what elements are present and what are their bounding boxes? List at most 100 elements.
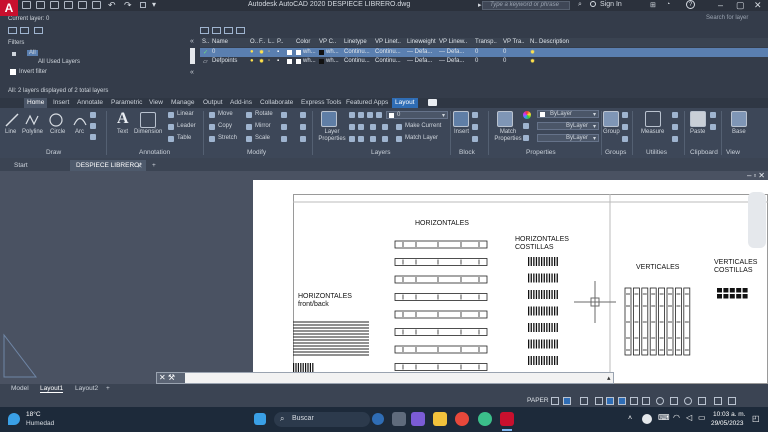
add-layout-icon[interactable]: + [106, 385, 110, 392]
match-layer-icon[interactable] [396, 136, 402, 142]
group-edit-icon[interactable] [622, 124, 628, 130]
new-vp-freeze-icon[interactable]: ✹ [530, 58, 535, 65]
move-icon[interactable] [209, 112, 215, 118]
snap-icon[interactable] [563, 397, 571, 405]
paper-sheet[interactable]: HORIZONTALES HORIZONTALES COSTILLAS VERT… [253, 180, 768, 384]
measure-icon[interactable] [645, 111, 661, 127]
color-wheel-icon[interactable] [523, 111, 531, 119]
copy-icon[interactable] [209, 124, 215, 130]
tab-layout[interactable]: Layout [392, 98, 418, 108]
new-file-icon[interactable] [22, 1, 31, 9]
linetype-combo[interactable]: ByLayer ▾ [537, 134, 599, 142]
layer-color[interactable]: wh... [303, 58, 316, 64]
tab-annotate[interactable]: Annotate [77, 99, 103, 106]
maximize-icon[interactable]: ▢ [736, 0, 745, 11]
clock-date[interactable]: 29/05/2023 [711, 420, 744, 427]
hardware-acceleration-icon[interactable] [698, 397, 706, 405]
osnap-icon[interactable] [618, 397, 626, 405]
tree-expand-icon[interactable] [12, 52, 16, 56]
clean-screen-icon[interactable] [714, 397, 722, 405]
col-vp-linetype[interactable]: VP Linet.. [375, 39, 401, 45]
collapse-icon[interactable]: « [190, 69, 194, 76]
binoculars-icon[interactable]: ⌕ [578, 1, 582, 9]
bulb-on-icon[interactable]: ● [250, 49, 254, 55]
new-layer-icon[interactable] [200, 27, 209, 34]
linetype-icon[interactable] [523, 135, 529, 141]
save-as-icon[interactable] [64, 1, 73, 9]
ellipse-icon[interactable] [90, 134, 96, 140]
dimension-button[interactable]: Dimension [134, 129, 162, 135]
weather-icon[interactable] [8, 413, 20, 425]
tab-start[interactable]: Start [8, 160, 34, 171]
lock-open-icon[interactable]: ▫ [268, 49, 270, 55]
isodraft-icon[interactable] [606, 397, 614, 405]
layer-vp-lineweight[interactable]: — Defa... [439, 49, 464, 55]
bulb-on-icon[interactable]: ● [250, 58, 254, 64]
insert-block-icon[interactable] [453, 111, 469, 127]
vp-color-swatch[interactable] [319, 59, 324, 64]
layer-tool-icon[interactable] [382, 124, 388, 130]
make-current-icon[interactable] [396, 124, 402, 130]
task-view-icon[interactable] [392, 412, 406, 426]
layers-group-title[interactable]: Layers [371, 149, 391, 156]
viewport-controls[interactable]: ‒▫✕ [747, 171, 767, 180]
stretch-icon[interactable] [209, 136, 215, 142]
group-button[interactable]: Group [603, 129, 620, 135]
linear-button[interactable]: Linear [177, 111, 194, 117]
customization-icon[interactable] [728, 397, 736, 405]
dimension-icon[interactable] [140, 112, 156, 128]
ungroup-icon[interactable] [622, 112, 628, 118]
share-icon[interactable] [140, 2, 146, 8]
col-name[interactable]: Name [212, 39, 228, 45]
annotation-group-title[interactable]: Annotation [139, 149, 170, 156]
volume-icon[interactable]: ◁ [686, 413, 692, 422]
trim-icon[interactable] [281, 112, 287, 118]
cart-icon[interactable]: ⊞ [650, 1, 656, 9]
plot-printer-icon[interactable]: ▪ [277, 58, 279, 64]
current-layer-combo[interactable]: 0 ▾ [386, 111, 448, 119]
layer-vp-transparency[interactable]: 0 [503, 49, 506, 55]
tab-express-tools[interactable]: Express Tools [301, 99, 341, 106]
new-group-filter-icon[interactable] [20, 27, 29, 34]
match-properties-icon[interactable] [497, 111, 513, 127]
create-block-icon[interactable] [472, 112, 478, 118]
layer-tool-icon[interactable] [382, 136, 388, 142]
minimize-icon[interactable]: – [718, 0, 723, 10]
layer-vp-color[interactable]: wh... [326, 58, 339, 64]
layer-tool-icon[interactable] [358, 124, 364, 130]
search-layer-input[interactable]: Search for layer [706, 15, 748, 21]
tab-featured-apps[interactable]: Featured Apps [346, 99, 388, 106]
lineweight-toggle-icon[interactable] [630, 397, 638, 405]
annotation-scale-icon[interactable] [656, 397, 664, 405]
text-icon[interactable]: A [117, 110, 129, 128]
layer-lineweight[interactable]: — Defa... [407, 58, 432, 64]
layer-lineweight[interactable]: — Defa... [407, 49, 432, 55]
col-on[interactable]: O.. [250, 39, 258, 45]
ribbon-options-icon[interactable] [428, 99, 437, 106]
col-plot[interactable]: P.. [277, 39, 284, 45]
taskbar-search[interactable]: ⌕ Buscar [274, 412, 384, 427]
tab-collaborate[interactable]: Collaborate [260, 99, 293, 106]
tab-layout2[interactable]: Layout2 [75, 385, 98, 392]
open-file-icon[interactable] [36, 1, 45, 9]
teams-icon[interactable] [411, 412, 425, 426]
edit-block-icon[interactable] [472, 124, 478, 130]
sun-icon[interactable]: ✹ [259, 49, 264, 56]
clipboard-group-title[interactable]: Clipboard [690, 149, 718, 156]
layer-properties-button[interactable]: Layer Properties [317, 129, 347, 143]
command-line-controls[interactable]: ✕ ⚒ [157, 373, 185, 383]
move-button[interactable]: Move [218, 111, 233, 117]
rotate-icon[interactable] [246, 112, 252, 118]
weather-temperature[interactable]: 18°C [26, 411, 41, 418]
lock-open-icon[interactable]: ▫ [268, 58, 270, 64]
redo-icon[interactable]: ↷ [124, 0, 132, 11]
new-tab-icon[interactable]: + [146, 160, 162, 171]
keyboard-icon[interactable]: ⌨ [658, 413, 670, 422]
vp-freeze-icon[interactable] [287, 50, 292, 55]
block-group-title[interactable]: Block [459, 149, 475, 156]
table-button[interactable]: Table [177, 135, 191, 141]
vp-freeze-icon[interactable] [287, 59, 292, 64]
circle-button[interactable]: Circle [50, 129, 65, 135]
layer-linetype[interactable]: Continu... [344, 49, 370, 55]
command-input[interactable] [187, 374, 607, 382]
